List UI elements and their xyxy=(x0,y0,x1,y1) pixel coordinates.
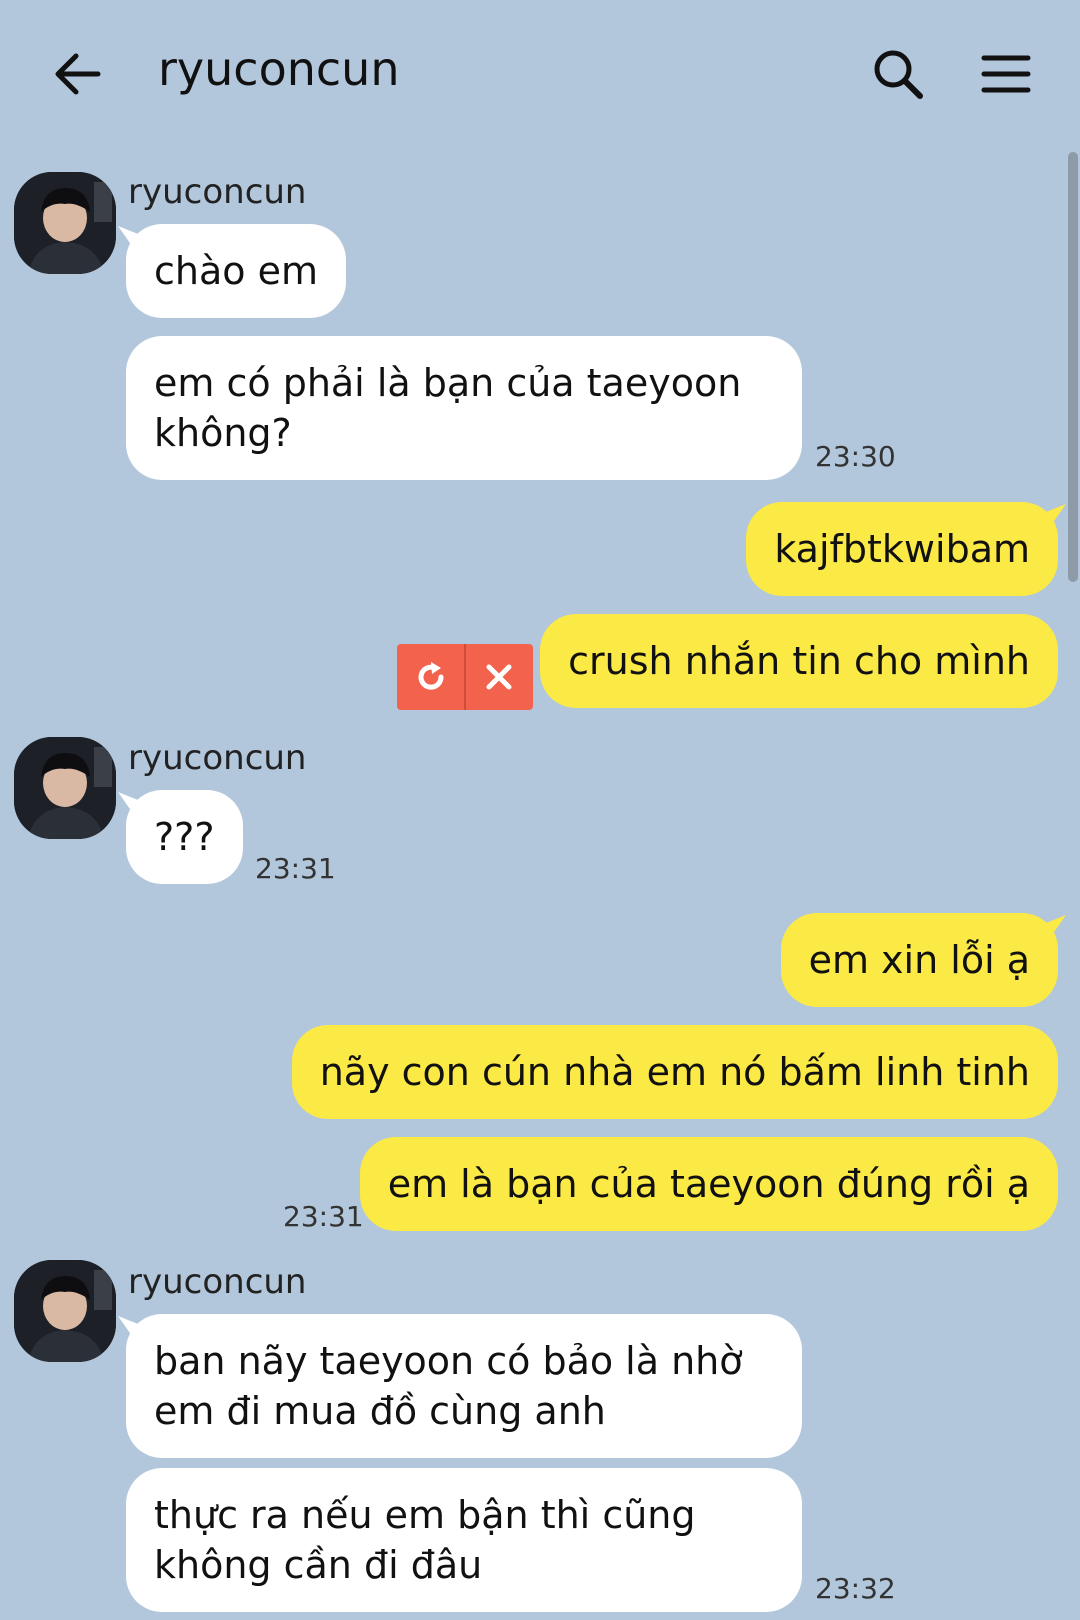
chat-header: ryuconcun xyxy=(0,0,1080,150)
message-text-line: em đi mua đồ cùng anh xyxy=(154,1389,606,1433)
back-button[interactable] xyxy=(48,44,108,104)
failed-send-actions xyxy=(397,644,533,710)
avatar-image xyxy=(14,172,116,274)
message-text: em là bạn của taeyoon đúng rồi ạ xyxy=(387,1162,1030,1206)
message-text-line: em có phải là bạn của taeyoon xyxy=(154,361,742,405)
message-text: chào em xyxy=(154,249,318,293)
outgoing-message[interactable]: kajfbtkwibam xyxy=(746,502,1058,596)
avatar[interactable] xyxy=(14,172,116,274)
avatar-image xyxy=(14,737,116,839)
chat-title: ryuconcun xyxy=(158,42,400,96)
message-text: em xin lỗi ạ xyxy=(808,938,1030,982)
scrollbar[interactable] xyxy=(1068,152,1078,582)
incoming-message[interactable]: em có phải là bạn của taeyoon không? xyxy=(126,336,802,480)
outgoing-message[interactable]: em xin lỗi ạ xyxy=(780,913,1058,1007)
message-text: nãy con cún nhà em nó bấm linh tinh xyxy=(319,1050,1030,1094)
message-text: kajfbtkwibam xyxy=(774,527,1030,571)
message-text: ??? xyxy=(154,815,215,859)
message-text-line: không cần đi đâu xyxy=(154,1543,483,1587)
message-text-line: không? xyxy=(154,411,292,455)
hamburger-menu-icon xyxy=(981,55,1031,93)
incoming-message[interactable]: ??? xyxy=(126,790,243,884)
message-text: crush nhắn tin cho mình xyxy=(568,639,1030,683)
message-timestamp: 23:30 xyxy=(815,440,896,473)
message-text-line: thực ra nếu em bận thì cũng xyxy=(154,1493,696,1537)
sender-name: ryuconcun xyxy=(128,1262,307,1302)
search-button[interactable] xyxy=(868,44,928,104)
sender-name: ryuconcun xyxy=(128,738,307,778)
outgoing-message[interactable]: crush nhắn tin cho mình xyxy=(540,614,1058,708)
avatar[interactable] xyxy=(14,737,116,839)
message-text-line: ban nãy taeyoon có bảo là nhờ xyxy=(154,1339,743,1383)
search-icon xyxy=(874,50,923,99)
close-icon xyxy=(486,664,512,690)
outgoing-message[interactable]: nãy con cún nhà em nó bấm linh tinh xyxy=(291,1025,1058,1119)
menu-button[interactable] xyxy=(976,44,1036,104)
message-timestamp: 23:31 xyxy=(283,1200,364,1233)
incoming-message[interactable]: chào em xyxy=(126,224,346,318)
message-timestamp: 23:31 xyxy=(255,852,336,885)
retry-icon xyxy=(418,662,444,690)
delete-button[interactable] xyxy=(466,644,533,710)
arrow-left-icon xyxy=(55,53,101,95)
avatar[interactable] xyxy=(14,1260,116,1362)
sender-name: ryuconcun xyxy=(128,172,307,212)
avatar-image xyxy=(14,1260,116,1362)
incoming-message[interactable]: thực ra nếu em bận thì cũng không cần đi… xyxy=(126,1468,802,1612)
retry-button[interactable] xyxy=(397,644,464,710)
incoming-message[interactable]: ban nãy taeyoon có bảo là nhờ em đi mua … xyxy=(126,1314,802,1458)
outgoing-message[interactable]: em là bạn của taeyoon đúng rồi ạ xyxy=(359,1137,1058,1231)
message-timestamp: 23:32 xyxy=(815,1572,896,1605)
